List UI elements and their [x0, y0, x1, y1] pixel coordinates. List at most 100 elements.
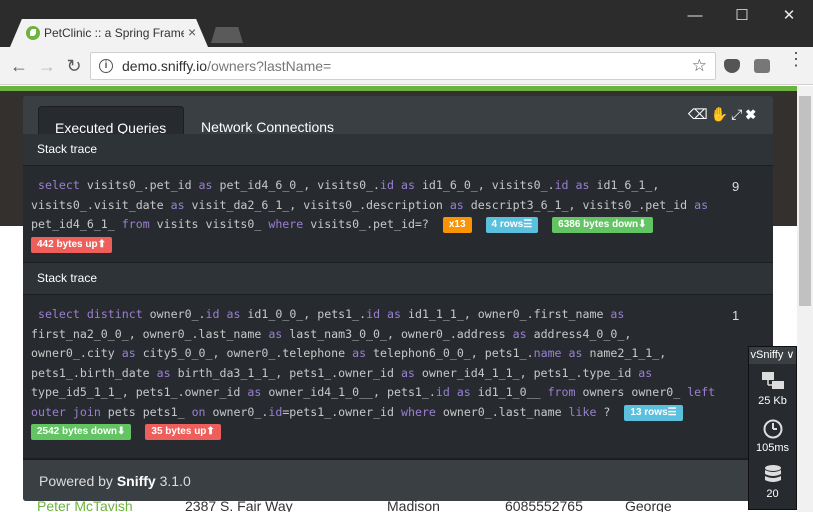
footer-version: 3.1.0	[155, 473, 191, 489]
tab-network-connections[interactable]: Network Connections	[185, 106, 350, 136]
sql-keyword: id	[435, 385, 450, 399]
sql-line: first_na2_0_0_, owner0_.last_name as las…	[31, 325, 721, 345]
sql-statement: select distinct owner0_.id as id1_0_0_, …	[31, 305, 721, 442]
sql-keyword: as	[456, 385, 471, 399]
query-row[interactable]: select distinct owner0_.id as id1_0_0_, …	[23, 295, 773, 459]
sql-keyword: as	[198, 178, 213, 192]
sql-text: owner_id4_1_1_, pets1_.type_id	[414, 365, 639, 380]
database-icon	[765, 465, 781, 482]
forward-button[interactable]: →	[35, 54, 59, 78]
sql-line: select distinct owner0_.id as id1_0_0_, …	[31, 305, 721, 325]
sql-keyword: like	[568, 404, 597, 419]
scrollbar-thumb[interactable]	[799, 96, 811, 306]
reload-button[interactable]: ↻	[62, 54, 86, 78]
badge-green[interactable]: 2542 bytes down⬇	[31, 424, 132, 440]
sql-text: visits0_.visit_date	[31, 197, 171, 212]
sql-keyword: as	[610, 307, 625, 321]
sql-keyword: id	[268, 404, 283, 419]
sql-text: descript3_6_1_, visits0_.pet_id	[463, 197, 695, 212]
tab-executed-queries[interactable]: Executed Queries	[38, 106, 184, 136]
extension-icon[interactable]	[754, 59, 770, 73]
sql-text: birth_da3_1_1_, pets1_.owner_id	[170, 365, 401, 380]
sql-text: type_id5_1_1_, pets1_.owner_id	[31, 385, 248, 399]
browser-titlebar: PetClinic :: a Spring Framework × — ☐ ✕	[0, 0, 813, 47]
sql-line: 2542 bytes down⬇ 35 bytes up⬆	[31, 422, 721, 442]
sql-keyword: select	[37, 307, 80, 321]
vsniffy-title[interactable]: vSniffy ∨	[749, 347, 796, 364]
badge-orange[interactable]: x13	[442, 217, 472, 233]
address-bar[interactable]: i demo.sniffy.io/owners?lastName= ☆	[90, 52, 716, 80]
sql-keyword: as	[121, 346, 136, 360]
url-host: demo.sniffy.io	[122, 58, 208, 74]
minimize-button[interactable]: —	[677, 4, 713, 28]
back-button[interactable]: ←	[7, 54, 31, 78]
footer-brand: Sniffy	[116, 473, 156, 489]
url-text: demo.sniffy.io/owners?lastName=	[122, 58, 331, 74]
close-window-button[interactable]: ✕	[771, 4, 807, 28]
sql-keyword: as	[694, 197, 709, 212]
sql-keyword: as	[638, 365, 653, 380]
stack-trace-toggle[interactable]: Stack trace	[23, 134, 773, 166]
sql-line: outer join pets pets1_ on owner0_.id=pet…	[31, 403, 721, 423]
sql-line: owner0_.city as city5_0_0_, owner0_.tele…	[31, 344, 721, 364]
badge-blue[interactable]: 13 rows☰	[624, 404, 683, 421]
query-count: 1	[732, 308, 740, 323]
sql-keyword: distinct	[86, 307, 143, 321]
vsniffy-widget[interactable]: vSniffy ∨ 25 Kb 105ms 20	[748, 346, 797, 510]
sql-text: owner_id4_1_0__, pets1_.	[261, 385, 436, 399]
sql-text: first_na2_0_0_, owner0_.last_name	[31, 326, 269, 341]
sql-line: select visits0_.pet_id as pet_id4_6_0_, …	[31, 176, 721, 196]
sql-text: pets pets1_	[100, 404, 192, 419]
badge-blue[interactable]: 4 rows☰	[485, 217, 539, 233]
tab-close-button[interactable]: ×	[188, 24, 196, 40]
sql-text: visits visits0_	[149, 217, 269, 231]
browser-menu-icon[interactable]: ⋮	[787, 50, 805, 68]
query-row[interactable]: select visits0_.pet_id as pet_id4_6_0_, …	[23, 166, 773, 263]
sql-keyword: as	[226, 307, 241, 321]
url-path: /owners?lastName=	[207, 58, 332, 74]
sql-keyword: as	[449, 197, 464, 212]
info-icon[interactable]: i	[99, 59, 113, 73]
sql-keyword: as	[170, 197, 185, 212]
sniffy-panel: Executed Queries Network Connections ⌫✋⤢…	[23, 96, 773, 501]
sql-keyword: from	[121, 217, 150, 231]
sql-text: ?	[596, 404, 618, 419]
sql-line: type_id5_1_1_, pets1_.owner_id as owner_…	[31, 383, 721, 403]
sql-keyword: join	[72, 404, 101, 419]
sql-line: 442 bytes up⬆	[31, 235, 721, 255]
badge-green[interactable]: 6386 bytes down⬇	[552, 217, 653, 233]
sql-keyword: id	[205, 307, 220, 321]
sql-text: id1_1_0__	[470, 385, 548, 399]
sql-keyword: id	[366, 307, 381, 321]
sql-keyword: as	[352, 346, 367, 360]
maximize-button[interactable]: ☐	[724, 4, 760, 28]
panel-tools-icons[interactable]: ⌫✋⤢✖	[688, 106, 759, 123]
sql-keyword: name	[533, 346, 562, 360]
stack-trace-toggle[interactable]: Stack trace	[23, 263, 773, 295]
sql-keyword: as	[575, 178, 590, 192]
sql-text: owners owner0_	[575, 385, 688, 399]
browser-tab[interactable]: PetClinic :: a Spring Framework ×	[10, 19, 208, 47]
bookmark-star-icon[interactable]: ☆	[692, 56, 707, 76]
sql-keyword: as	[156, 365, 171, 380]
sql-keyword: from	[547, 385, 576, 399]
sql-text: visits0_.pet_id	[79, 178, 199, 192]
sql-line: pets1_.birth_date as birth_da3_1_1_, pet…	[31, 364, 721, 384]
new-tab-button[interactable]	[211, 27, 243, 43]
pocket-extension-icon[interactable]	[724, 59, 740, 73]
sql-keyword: select	[37, 178, 80, 192]
sniffy-footer: Powered by Sniffy 3.1.0	[23, 459, 773, 501]
sql-text: owner0_.city	[31, 346, 122, 360]
page-scrollbar[interactable]	[797, 86, 813, 512]
badge-red[interactable]: 442 bytes up⬆	[31, 236, 112, 253]
sql-text: visits0_.pet_id=?	[303, 217, 436, 231]
sql-keyword: as	[247, 385, 262, 399]
badge-red[interactable]: 35 bytes up⬆	[145, 424, 221, 440]
sql-keyword: id	[554, 178, 569, 192]
